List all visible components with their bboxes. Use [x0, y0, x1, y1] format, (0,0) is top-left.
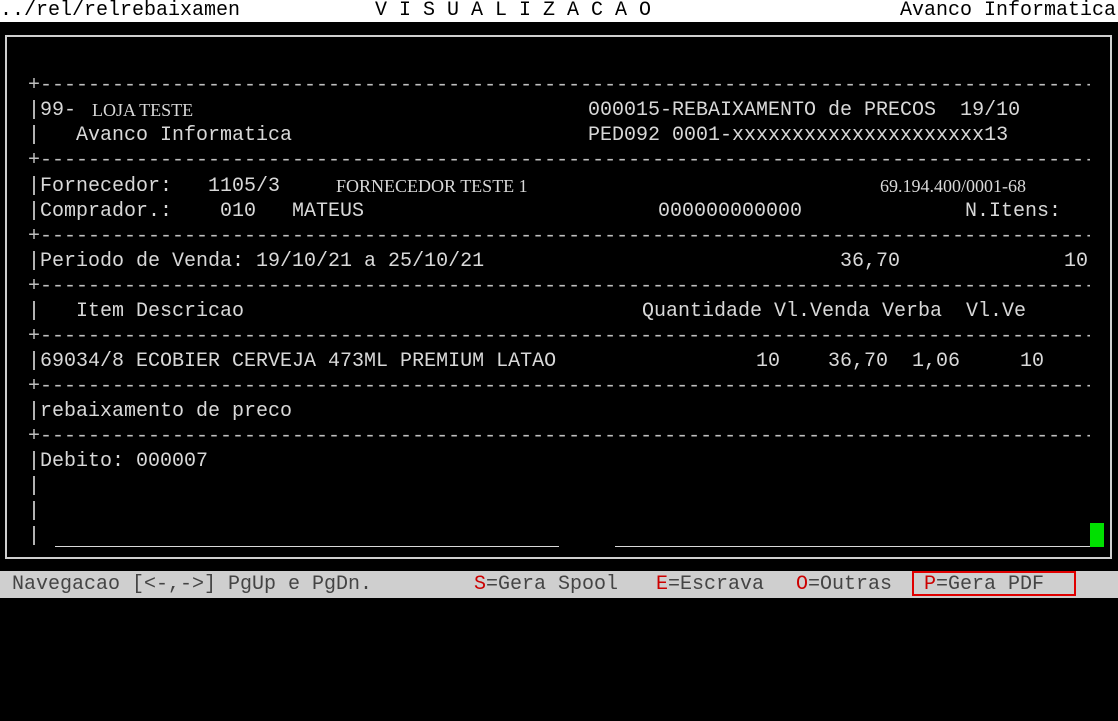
separator: +---------------------------------------…	[28, 225, 1090, 248]
supplier-label: |Fornecedor: 1105/3	[28, 175, 281, 198]
ped-line: PED092 0001-xxxxxxxxxxxxxxxxxxxxx13	[588, 124, 1009, 147]
other-key: O	[796, 573, 809, 596]
item-values: 10 36,70 1,06 10	[756, 350, 1045, 373]
separator: +---------------------------------------…	[28, 325, 1090, 348]
items-count-label: N.Itens:	[965, 200, 1062, 223]
vendor-name: Avanco Informatica	[899, 0, 1116, 22]
separator: +---------------------------------------…	[28, 149, 1090, 172]
bar-line: |	[28, 525, 41, 548]
print-option[interactable]: E=Escrava	[656, 572, 764, 597]
buyer-code: 000000000000	[658, 200, 803, 223]
spool-option[interactable]: S=Gera Spool	[474, 572, 618, 597]
screen-title: V I S U A L I Z A C A O	[375, 0, 652, 22]
title-bar: ../rel/relrebaixamen V I S U A L I Z A C…	[0, 0, 1118, 22]
period-value: 36,70	[840, 250, 901, 273]
supplier-name: FORNECEDOR TESTE 1	[336, 176, 528, 196]
store-name: LOJA TESTE	[92, 100, 194, 120]
separator: +---------------------------------------…	[28, 375, 1090, 398]
report-path: ../rel/relrebaixamen	[0, 0, 241, 22]
company-line: | Avanco Informatica	[28, 124, 293, 147]
separator: +---------------------------------------…	[28, 74, 1090, 97]
print-key: E	[656, 573, 669, 596]
supplier-cnpj: 69.194.400/0001-68	[880, 176, 1026, 196]
spool-label: =Gera Spool	[486, 573, 619, 596]
column-header-right: Quantidade Vl.Venda Verba Vl.Ve	[642, 300, 1027, 323]
bar-line: |	[28, 500, 41, 523]
bar-line: |	[28, 475, 41, 498]
pdf-highlight-box	[912, 571, 1076, 596]
note-line: |rebaixamento de preco	[28, 400, 293, 423]
period-qty: 10	[1064, 250, 1089, 273]
navigation-hint: Navegacao [<-,->] PgUp e PgDn.	[12, 573, 373, 596]
separator: +---------------------------------------…	[28, 275, 1090, 298]
other-option[interactable]: O=Outras	[796, 572, 892, 597]
item-description: |69034/8 ECOBIER CERVEJA 473ML PREMIUM L…	[28, 350, 557, 373]
other-label: =Outras	[808, 573, 893, 596]
input-underline-right[interactable]	[615, 546, 1090, 547]
debit-line: |Debito: 000007	[28, 450, 209, 473]
input-underline-left[interactable]	[55, 546, 559, 547]
buyer-line: |Comprador.: 010 MATEUS	[28, 200, 365, 223]
report-title: 000015-REBAIXAMENTO de PRECOS 19/10	[588, 99, 1021, 122]
column-header-left: | Item Descricao	[28, 300, 245, 323]
period-line: |Periodo de Venda: 19/10/21 a 25/10/21	[28, 250, 485, 273]
store-code: |99-	[28, 99, 77, 122]
print-label: =Escrava	[668, 573, 765, 596]
text-cursor	[1090, 523, 1104, 547]
separator: +---------------------------------------…	[28, 425, 1090, 448]
spool-key: S	[474, 573, 487, 596]
